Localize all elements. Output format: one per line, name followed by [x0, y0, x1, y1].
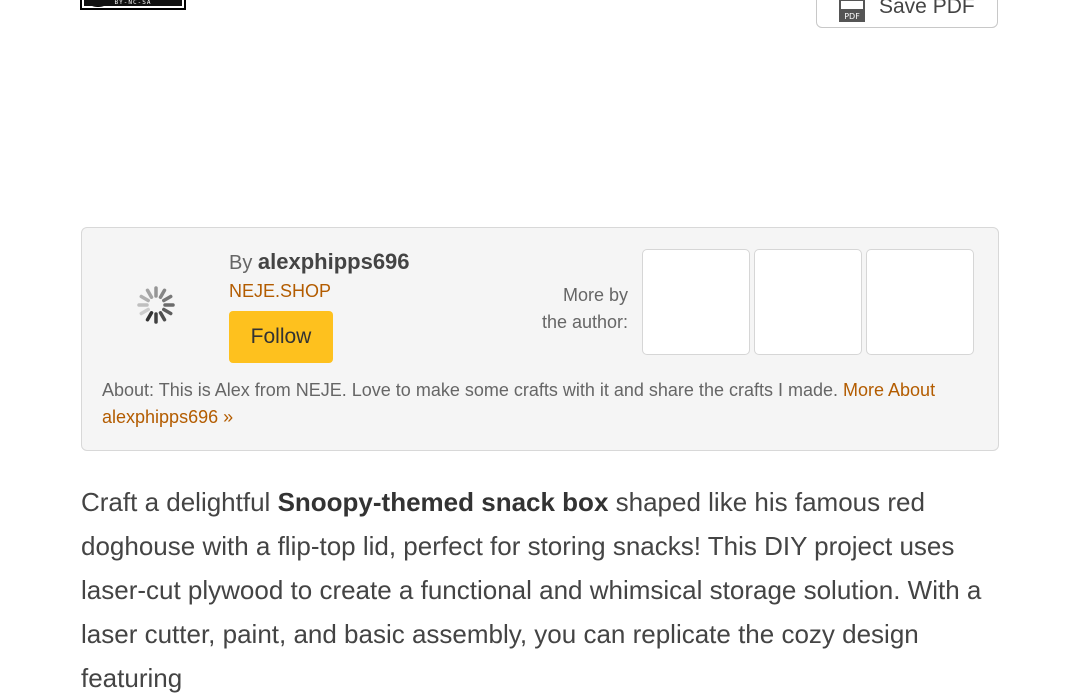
- author-name-link[interactable]: alexphipps696: [258, 249, 410, 274]
- author-about: About: This is Alex from NEJE. Love to m…: [102, 377, 982, 431]
- spinner-spoke: [162, 307, 173, 316]
- save-pdf-label: Save PDF: [879, 0, 975, 18]
- intro-text-2: shaped like his famous red doghouse with…: [81, 487, 982, 693]
- more-by-line1: More by: [562, 285, 628, 305]
- more-by-line2: the author:: [541, 312, 628, 332]
- author-project-thumbnail[interactable]: [642, 249, 750, 355]
- loading-spinner-icon: [133, 282, 179, 328]
- spinner-spoke: [145, 288, 154, 299]
- spinner-spoke: [158, 311, 167, 322]
- author-project-thumbnail[interactable]: [866, 249, 974, 355]
- intro-text-1: Craft a delightful: [81, 487, 278, 517]
- svg-text:PDF: PDF: [844, 12, 860, 21]
- follow-button[interactable]: Follow: [229, 311, 333, 363]
- article-intro: Craft a delightful Snoopy-themed snack b…: [81, 480, 1001, 700]
- intro-bold-text: Snoopy-themed snack box: [277, 487, 609, 517]
- about-prefix: About:: [102, 380, 155, 400]
- spinner-spoke: [145, 311, 154, 322]
- license-badge[interactable]: BY-NC-SA: [80, 0, 186, 10]
- spinner-spoke: [139, 294, 150, 303]
- about-text: This is Alex from NEJE. Love to make som…: [158, 380, 838, 400]
- save-pdf-button[interactable]: PDF Save PDF: [816, 0, 998, 28]
- license-text: BY-NC-SA: [84, 0, 182, 6]
- spinner-spoke: [158, 288, 167, 299]
- author-project-thumbnail[interactable]: [754, 249, 862, 355]
- author-shop-link[interactable]: NEJE.SHOP: [229, 281, 331, 302]
- spinner-spoke: [139, 307, 150, 316]
- author-byline: By alexphipps696: [229, 249, 410, 275]
- more-by-author-label: More by the author:: [542, 282, 628, 336]
- by-prefix: By: [229, 252, 253, 274]
- spinner-spoke: [162, 294, 173, 303]
- pdf-icon: PDF: [839, 0, 867, 22]
